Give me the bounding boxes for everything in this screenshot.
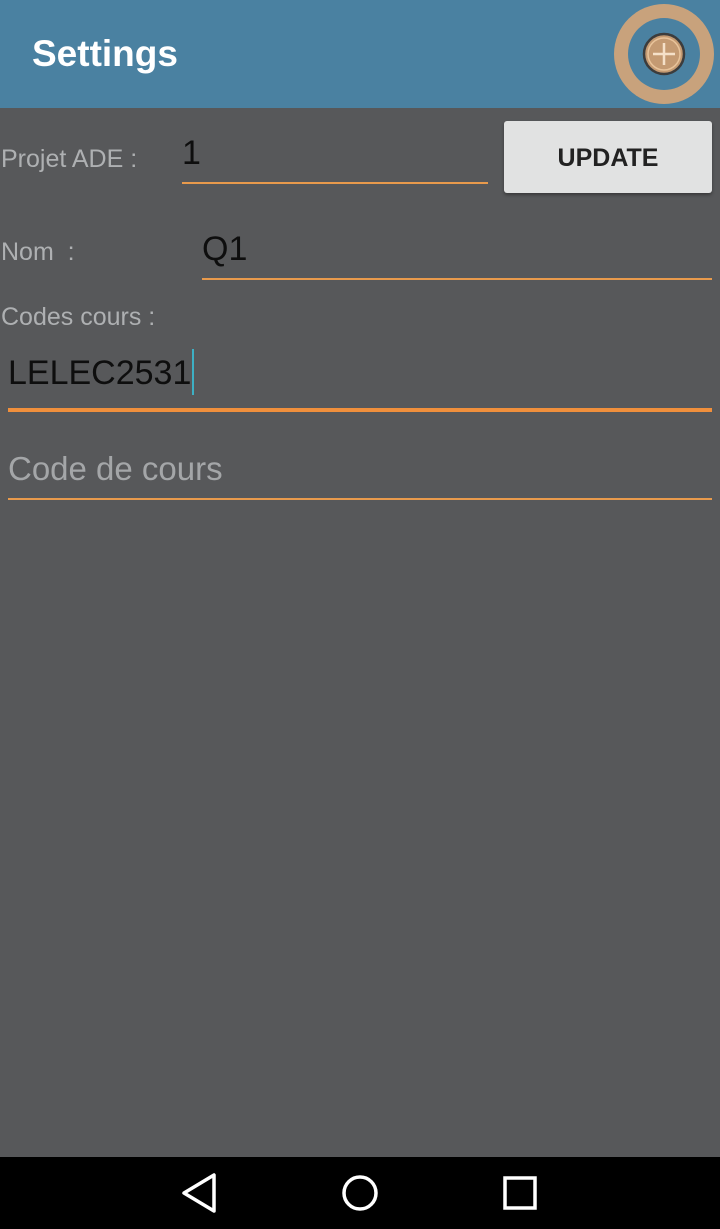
back-icon[interactable] xyxy=(176,1169,224,1217)
name-input-value: Q1 xyxy=(202,230,248,268)
course-code-value: LELEC2531 xyxy=(8,349,195,398)
course-code-input[interactable]: LELEC2531 xyxy=(8,349,712,412)
project-input-value: 1 xyxy=(182,134,201,172)
course-code-text: LELEC2531 xyxy=(8,353,192,392)
add-course-button[interactable] xyxy=(614,4,714,104)
new-course-code-placeholder: Code de cours xyxy=(8,450,223,487)
project-input[interactable]: 1 xyxy=(182,128,488,184)
name-label: Nom : xyxy=(1,238,75,266)
recents-icon[interactable] xyxy=(496,1169,544,1217)
update-button[interactable]: UPDATE xyxy=(504,121,712,193)
course-codes-label: Codes cours : xyxy=(1,303,156,331)
project-label: Projet ADE : xyxy=(1,145,138,173)
page-title: Settings xyxy=(32,33,178,74)
new-course-code-input[interactable]: Code de cours xyxy=(8,444,712,500)
settings-screen: Settings Projet ADE : 1 UPDATE Nom : Q1 … xyxy=(0,0,720,1229)
home-icon[interactable] xyxy=(336,1169,384,1217)
add-circle-icon xyxy=(642,32,686,76)
text-cursor xyxy=(192,349,195,395)
navigation-bar xyxy=(0,1157,720,1229)
name-input[interactable]: Q1 xyxy=(202,222,712,280)
app-bar: Settings xyxy=(0,0,720,108)
